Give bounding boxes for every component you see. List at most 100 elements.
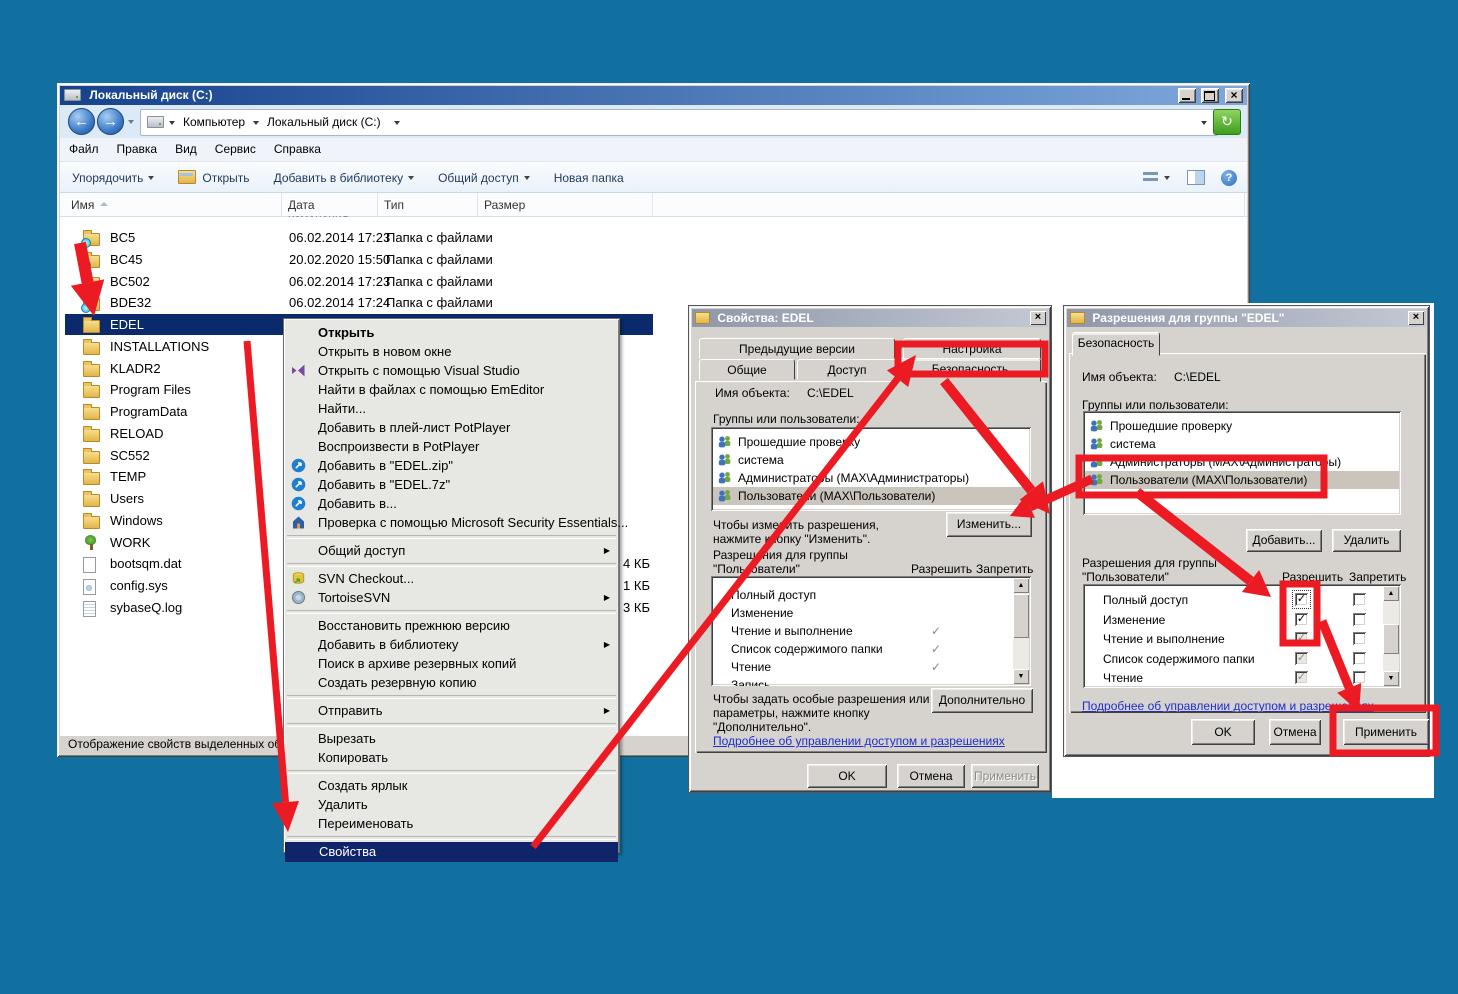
edit-button[interactable]: Изменить... [946,512,1032,537]
file-row-BC502[interactable]: BC50206.02.2014 17:23Папка с файлами [65,271,1245,292]
back-button[interactable]: ← [68,108,95,135]
file-row-BC45[interactable]: BC4520.02.2020 15:50Папка с файлами [65,249,1245,270]
cancel-button[interactable]: Отмена [1269,719,1321,745]
group-row-2[interactable]: Администраторы (MAX\Администраторы) [713,469,1029,487]
group-row-3[interactable]: Пользователи (MAX\Пользователи) [713,487,1029,505]
group-row-3[interactable]: Пользователи (MAX\Пользователи) [1085,471,1399,489]
toolbar-item-2[interactable]: Добавить в библиотеку [262,163,427,185]
group-row-1[interactable]: система [1085,435,1399,453]
minimize-button[interactable] [1178,88,1196,103]
toolbar-item-3[interactable]: Общий доступ [426,163,542,185]
location-caret[interactable] [169,121,175,125]
menubar-item-1[interactable]: Правка [108,138,167,156]
group-row-2[interactable]: Администраторы (MAX\Администраторы) [1085,453,1399,471]
context-menu-item-0[interactable]: Открыть [284,323,619,342]
context-menu-item-6[interactable]: Воспроизвести в PotPlayer [284,437,619,456]
acl-help-link[interactable]: Подробнее об управлении доступом и разре… [713,734,1005,748]
add-button[interactable]: Добавить... [1246,529,1322,552]
deny-checkbox[interactable] [1353,632,1366,645]
acl-help-link[interactable]: Подробнее об управлении доступом и разре… [1082,699,1374,713]
context-menu-item-9[interactable]: Добавить в... [284,494,619,513]
groups-listbox[interactable]: Прошедшие проверкусистемаАдминистраторы … [711,427,1031,511]
tab-sharing[interactable]: Доступ [797,359,897,380]
delete-button[interactable]: Удалить [1332,529,1401,552]
toolbar-item-4[interactable]: Новая папка [542,163,636,185]
context-menu-item-22[interactable]: Отправить▶ [284,701,619,720]
deny-checkbox[interactable] [1353,613,1366,626]
menubar-item-4[interactable]: Справка [265,138,330,156]
context-menu-item-14[interactable]: SVN Checkout... [284,569,619,588]
scroll-down-icon[interactable]: ▼ [1383,671,1399,686]
context-menu-item-31[interactable]: Свойства [285,842,618,862]
file-row-BC5[interactable]: BC506.02.2014 17:23Папка с файлами [65,227,1245,248]
context-menu-item-17[interactable]: Восстановить прежнюю версию [284,616,619,635]
deny-checkbox[interactable] [1353,652,1366,665]
context-menu-item-7[interactable]: Добавить в "EDEL.zip" [284,456,619,475]
deny-checkbox[interactable] [1353,671,1366,684]
toolbar-item-0[interactable]: Упорядочить [60,163,166,185]
column-header-2[interactable]: Тип [378,193,478,217]
context-menu-item-25[interactable]: Копировать [284,748,619,767]
permissions-listbox[interactable]: ▲ ▼ Полный доступИзменениеЧтение и выпол… [711,576,1031,686]
context-menu-item-1[interactable]: Открыть в новом окне [284,342,619,361]
menubar-item-3[interactable]: Сервис [206,138,265,156]
scroll-thumb[interactable] [1013,594,1029,638]
context-menu-item-3[interactable]: Найти в файлах с помощью EmEditor [284,380,619,399]
apply-button[interactable]: Применить [1343,719,1429,745]
context-menu-item-24[interactable]: Вырезать [284,729,619,748]
toolbar-item-1[interactable]: Открыть [166,162,261,185]
scrollbar[interactable]: ▲ ▼ [1013,578,1029,684]
column-header-3[interactable]: Размер [478,193,653,217]
deny-checkbox[interactable] [1353,593,1366,606]
scroll-up-icon[interactable]: ▲ [1013,578,1029,593]
explorer-title-bar[interactable]: Локальный диск (C:) [60,86,1247,105]
breadcrumb-disk[interactable]: Локальный диск (C:) [267,115,381,129]
scrollbar[interactable]: ▲ ▼ [1383,586,1399,686]
permissions-checkbox-listbox[interactable]: ▲ ▼ Полный доступ✓Изменение✓Чтение и вып… [1083,584,1401,688]
view-caret-icon[interactable] [1164,176,1170,180]
groups-listbox[interactable]: Прошедшие проверкусистемаАдминистраторы … [1083,411,1401,515]
group-row-0[interactable]: Прошедшие проверку [713,433,1029,451]
preview-pane-icon[interactable] [1187,170,1205,185]
change-view-icon[interactable] [1143,172,1158,184]
context-menu-item-27[interactable]: Создать ярлык [284,776,619,795]
group-row-1[interactable]: система [713,451,1029,469]
scroll-up-icon[interactable]: ▲ [1383,586,1399,601]
breadcrumb-caret[interactable] [253,121,259,125]
context-menu-item-18[interactable]: Добавить в библиотеку▶ [284,635,619,654]
apply-button[interactable]: Применить [971,764,1039,788]
scroll-thumb[interactable] [1383,624,1399,654]
allow-checkbox[interactable]: ✓ [1295,671,1308,684]
context-menu-item-29[interactable]: Переименовать [284,814,619,833]
ok-button[interactable]: OK [807,764,887,788]
context-menu-item-20[interactable]: Создать резервную копию [284,673,619,692]
column-header-0[interactable]: Имя [65,193,282,217]
cancel-button[interactable]: Отмена [897,764,965,788]
advanced-button[interactable]: Дополнительно [931,688,1033,713]
breadcrumb-caret2[interactable] [394,121,400,125]
help-icon[interactable]: ? [1221,170,1237,186]
ok-button[interactable]: OK [1191,719,1255,745]
context-menu-item-4[interactable]: Найти... [284,399,619,418]
nav-history-caret[interactable] [128,120,134,124]
tab-customize[interactable]: Настройка [903,338,1041,359]
menubar-item-0[interactable]: Файл [60,138,108,156]
tab-general[interactable]: Общие [699,359,795,380]
context-menu-item-10[interactable]: Проверка с помощью Microsoft Security Es… [284,513,619,532]
refresh-button[interactable]: ↻ [1213,109,1241,135]
forward-button[interactable]: → [97,108,124,135]
context-menu-item-2[interactable]: Открыть с помощью Visual Studio [284,361,619,380]
close-button[interactable] [1225,88,1243,103]
allow-checkbox[interactable]: ✓ [1295,593,1308,606]
context-menu-item-19[interactable]: Поиск в архиве резервных копий [284,654,619,673]
context-menu-item-5[interactable]: Добавить в плей-лист PotPlayer [284,418,619,437]
context-menu-item-28[interactable]: Удалить [284,795,619,814]
allow-checkbox[interactable]: ✓ [1295,632,1308,645]
address-field[interactable]: Компьютер Локальный диск (C:) [140,109,1218,136]
close-icon[interactable]: × [1408,311,1424,325]
context-menu-item-12[interactable]: Общий доступ▶ [284,541,619,560]
maximize-button[interactable] [1201,88,1219,103]
scroll-down-icon[interactable]: ▼ [1013,669,1029,684]
allow-checkbox[interactable]: ✓ [1295,652,1308,665]
permissions-dialog-title-bar[interactable]: Разрешения для группы "EDEL" × [1067,309,1426,327]
